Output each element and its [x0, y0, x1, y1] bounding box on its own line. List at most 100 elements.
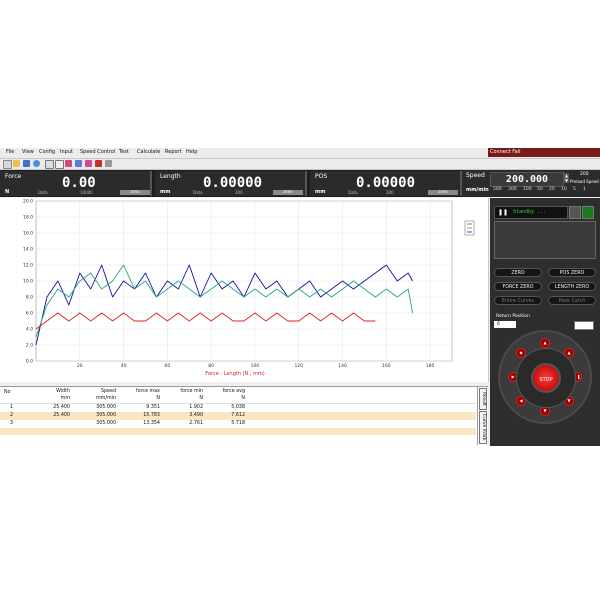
length-data-value: 300 [235, 190, 243, 195]
length-zero-button[interactable]: ZERO [273, 190, 303, 195]
speed-option[interactable]: 5 [573, 187, 576, 192]
length-zero-button[interactable]: LENGTH ZERO [548, 282, 596, 291]
pos-readout: POS 0.00000 mm Data 300 ZERO [310, 171, 462, 196]
col-width: Width [56, 389, 70, 394]
table-icon[interactable] [75, 160, 82, 167]
cell-speed: 305.000 [96, 413, 116, 418]
menu-help[interactable]: Help [186, 149, 197, 155]
table-row[interactable] [0, 428, 476, 435]
speed-option[interactable]: 1 [583, 187, 586, 192]
standby-text: Standby ... [513, 209, 547, 215]
x-tick-label: 60 [165, 363, 171, 369]
return-unit-select[interactable] [574, 321, 594, 330]
cell-width: 25.400 [53, 413, 70, 418]
y-tick-label: 12.0 [23, 263, 33, 269]
report-icon[interactable] [85, 160, 92, 167]
zero-button[interactable]: ZERO [494, 268, 542, 277]
peak-catch-button[interactable]: Peak Catch [548, 296, 596, 305]
readout-bar: Force 0.00 N Data 10000 ZERO Length 0.00… [0, 170, 490, 197]
col-force-max: force max [135, 389, 160, 394]
menu-file[interactable]: File [6, 149, 14, 155]
table-row[interactable]: 2 25.400 305.000 15.783 3.490 7.612 [0, 412, 476, 420]
force-data-value: 10000 [80, 190, 93, 195]
speed-spinner-icon[interactable]: ▲ ▼ [564, 173, 569, 183]
y-tick-label: 4.0 [26, 327, 33, 333]
x-axis-label: Force - Length (N , mm) [205, 371, 265, 377]
cell-force-min: 3.490 [189, 413, 203, 418]
speed-option[interactable]: 500 [493, 187, 502, 192]
y-tick-label: 20.0 [23, 199, 33, 205]
cell-no: 3 [10, 421, 14, 426]
col-speed-unit: mm/min [95, 396, 116, 401]
pos-value: 0.00000 [356, 175, 416, 191]
speed-title: Speed [466, 172, 485, 179]
col-force-min-unit: N [199, 396, 203, 401]
force-zero-button[interactable]: FORCE ZERO [494, 282, 542, 291]
open-folder-icon[interactable] [13, 160, 20, 167]
menu-speed-control[interactable]: Speed Control [80, 149, 115, 155]
return-position-input[interactable]: 6 [494, 321, 516, 328]
export-icon[interactable] [105, 160, 112, 167]
speed-option[interactable]: 300 [508, 187, 517, 192]
connection-status: Connect Fail [488, 148, 600, 157]
mode-button[interactable] [569, 206, 581, 219]
stop-button[interactable]: STOP [531, 363, 561, 393]
tab-curve-mark[interactable]: Curve mark [479, 411, 487, 444]
curve-legend-icon[interactable] [464, 220, 475, 236]
x-tick-label: 140 [338, 363, 347, 369]
x-tick-label: 40 [121, 363, 127, 369]
col-force-avg-unit: N [241, 396, 245, 401]
col-force-avg: force avg [222, 389, 245, 394]
tab-result[interactable]: Result [479, 388, 487, 410]
menu-input[interactable]: Input [60, 149, 73, 155]
y-tick-label: 10.0 [23, 279, 33, 285]
toolbar [0, 159, 600, 170]
cell-force-min: 2.761 [189, 421, 203, 426]
speed-option[interactable]: 100 [523, 187, 532, 192]
help-icon[interactable] [33, 160, 40, 167]
result-table: No Width mm Speed mm/min force max N for… [0, 386, 488, 446]
cell-force-max: 9.351 [146, 405, 160, 410]
jog-up-fast-icon[interactable]: ▲ [540, 338, 550, 348]
force-zero-button[interactable]: ZERO [120, 190, 150, 195]
menu-config[interactable]: Config [39, 149, 55, 155]
y-tick-label: 8.0 [26, 295, 33, 301]
pause-icon[interactable]: ❚❚ [498, 209, 508, 216]
speed-unit: mm/min [466, 187, 489, 193]
chart-icon[interactable] [65, 160, 72, 167]
x-tick-label: 20 [77, 363, 83, 369]
menu-view[interactable]: View [22, 149, 34, 155]
cell-width: 25.400 [53, 405, 70, 410]
chart-area: 20 40 60 80 100 120 140 160 180 0.0 2.0 4.0 6.0 8.0 10… [0, 198, 489, 382]
speed-option[interactable]: 10 [561, 187, 567, 192]
table-header: No Width mm Speed mm/min force max N for… [0, 387, 476, 404]
new-file-icon[interactable] [3, 160, 12, 169]
speed-option[interactable]: 50 [537, 187, 543, 192]
run-status-bar: ❚❚ Standby ... [494, 206, 568, 219]
x-tick-label: 80 [208, 363, 214, 369]
cell-no: 1 [10, 405, 14, 410]
pos-unit: mm [315, 189, 326, 195]
cell-speed: 305.000 [96, 405, 116, 410]
table-row[interactable]: 3 305.000 13.354 2.761 5.718 [0, 420, 476, 428]
force-title: Force [5, 173, 22, 180]
save-icon[interactable] [23, 160, 30, 167]
pos-zero-button[interactable]: ZERO [428, 190, 458, 195]
length-data-label: Data [193, 190, 203, 195]
record-button[interactable] [582, 206, 594, 219]
menu-test[interactable]: Test [119, 149, 129, 155]
print-icon[interactable] [95, 160, 102, 167]
cell-speed: 305.000 [96, 421, 116, 426]
menu-report[interactable]: Report [165, 149, 182, 155]
y-tick-label: 0.0 [26, 359, 33, 365]
pos-zero-button[interactable]: POS ZERO [548, 268, 596, 277]
length-readout: Length 0.00000 mm Data 300 ZERO [155, 171, 307, 196]
control-panel: ❚❚ Standby ... ZERO POS ZERO FORCE ZERO … [490, 198, 600, 446]
table-row[interactable]: 1 25.400 305.000 9.351 1.902 5.038 [0, 404, 476, 412]
speed-input[interactable]: 200.000 [490, 172, 564, 187]
page-icon[interactable] [45, 160, 54, 169]
speed-option[interactable]: 20 [549, 187, 555, 192]
entire-curves-button[interactable]: Entire Curves [494, 296, 542, 305]
menu-calculate[interactable]: Calculate [137, 149, 160, 155]
window-icon[interactable] [55, 160, 64, 169]
